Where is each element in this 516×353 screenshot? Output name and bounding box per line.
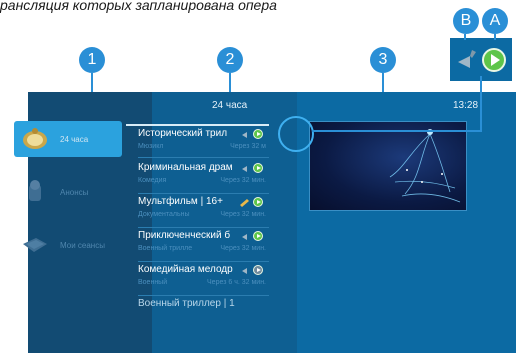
program-title: Комедийная мелодр: [138, 264, 233, 275]
program-title: Исторический трил: [138, 128, 228, 139]
list-header-title: 24 часа: [212, 100, 248, 111]
highlight-circle: [278, 116, 314, 152]
play-icon[interactable]: [253, 197, 263, 207]
program-meta: Мюзикл Через 32 м: [138, 143, 266, 150]
program-title: Приключенческий б: [138, 230, 231, 241]
remind-icon[interactable]: [241, 231, 251, 241]
christmas-tree-image: [389, 129, 461, 203]
sidebar-item-my-sessions[interactable]: Мои сеансы: [14, 227, 122, 263]
marker-3: 3: [370, 47, 396, 73]
marker-2: 2: [217, 47, 243, 73]
marker-b: B: [453, 8, 479, 34]
marker-3-line: [382, 73, 384, 92]
marker-b-line: [464, 34, 466, 40]
sidebar-item-announcements[interactable]: Анонсы: [14, 174, 122, 210]
marker-1-line: [91, 73, 93, 92]
marker-2-line: [229, 73, 231, 92]
list-item[interactable]: Комедийная мелодр Военный Через 6 ч. 32 м…: [126, 262, 269, 296]
marker-a: A: [482, 8, 508, 34]
remind-icon[interactable]: [241, 265, 251, 275]
program-meta: Военный трилле Через 32 мин.: [138, 245, 266, 252]
list-item[interactable]: Мультфильм | 16+ Документальны Через 32 м…: [126, 194, 269, 228]
program-preview-image: [309, 121, 467, 211]
remind-icon: [458, 48, 506, 72]
play-icon[interactable]: [253, 231, 263, 241]
marker-a-line: [494, 34, 496, 40]
remind-icon[interactable]: [241, 129, 251, 139]
pointer-line: [480, 76, 482, 132]
list-item[interactable]: Военный триллер | 1: [126, 296, 269, 310]
remind-icon[interactable]: [241, 163, 251, 173]
watch-icon: [20, 126, 50, 152]
play-icon[interactable]: [253, 129, 263, 139]
sidebar-item-label: 24 часа: [60, 134, 89, 144]
play-icon[interactable]: [253, 163, 263, 173]
list-item[interactable]: Исторический трил Мюзикл Через 32 м: [126, 124, 269, 158]
play-icon[interactable]: [253, 265, 263, 275]
ticket-icon: [20, 232, 50, 258]
sidebar-item-label: Мои сеансы: [60, 240, 105, 250]
program-meta: Документальны Через 32 мин.: [138, 211, 266, 218]
program-title: Военный триллер | 1: [138, 298, 235, 309]
sidebar-item-label: Анонсы: [60, 187, 89, 197]
marker-1: 1: [79, 47, 105, 73]
list-item[interactable]: Приключенческий б Военный трилле Через 32…: [126, 228, 269, 262]
program-meta: Комедия Через 32 мин.: [138, 177, 266, 184]
sidebar-item-24h[interactable]: 24 часа: [14, 121, 122, 157]
zoomed-action-icons: [450, 38, 512, 81]
list-item[interactable]: Криминальная драм Комедия Через 32 мин.: [126, 160, 269, 194]
pointer-line: [312, 130, 482, 132]
pencil-icon[interactable]: [239, 197, 251, 207]
caption-text: рансляция которых запланирована опера: [0, 0, 277, 13]
clock-time: 13:28: [453, 100, 479, 111]
program-meta: Военный Через 6 ч. 32 мин.: [138, 279, 266, 286]
program-title: Криминальная драм: [138, 162, 233, 173]
alarm-icon: [20, 179, 50, 205]
program-title: Мультфильм | 16+: [138, 196, 223, 207]
